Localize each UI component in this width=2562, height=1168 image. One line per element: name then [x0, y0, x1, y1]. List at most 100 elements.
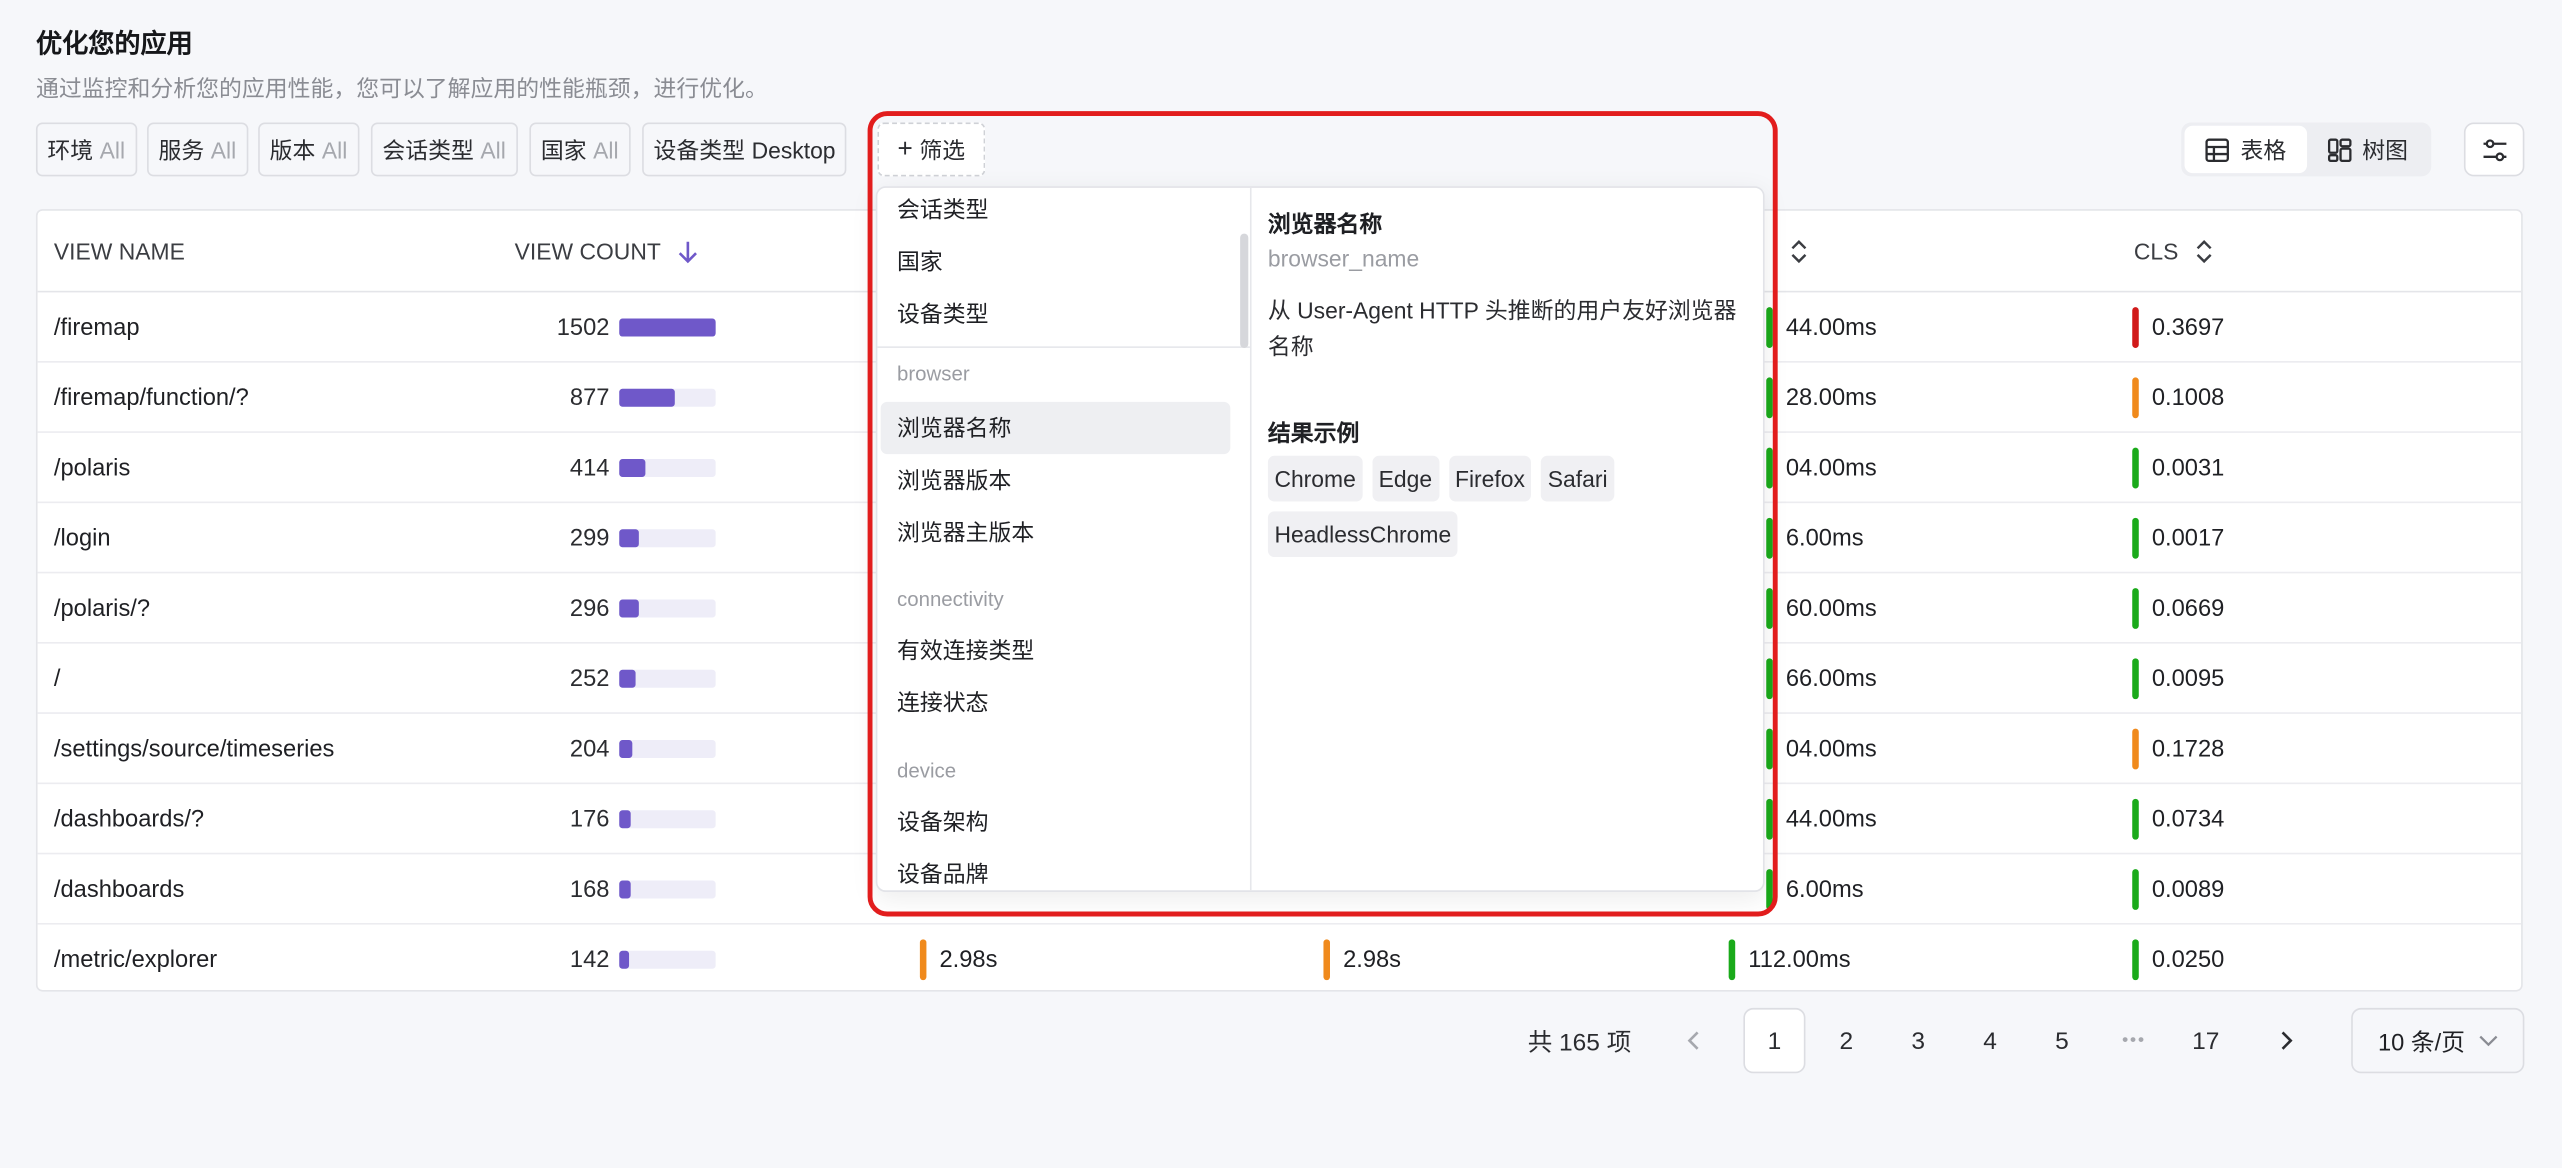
cls-cell: 0.0250: [2132, 925, 2225, 990]
cls-value: 0.0250: [2151, 946, 2225, 973]
status-indicator: [1766, 307, 1773, 348]
cls-value: 0.0734: [2151, 806, 2225, 833]
status-indicator: [2132, 798, 2139, 840]
page-button[interactable]: 3: [1887, 1008, 1949, 1073]
timing-value: 6.00ms: [1785, 525, 1864, 552]
view-name-cell[interactable]: /: [54, 644, 61, 714]
next-page-button[interactable]: [2255, 1008, 2317, 1073]
field-option-selected[interactable]: 浏览器名称: [880, 401, 1231, 455]
filter-value: All: [480, 136, 506, 163]
status-indicator: [2132, 447, 2139, 489]
view-name-cell[interactable]: /polaris: [54, 433, 130, 503]
add-filter-button[interactable]: + 筛选: [877, 122, 986, 177]
detail-title: 浏览器名称: [1267, 210, 1383, 237]
cls-value: 0.0031: [2151, 454, 2225, 482]
status-indicator: [2132, 307, 2139, 348]
field-list[interactable]: 会话类型 国家 设备类型 browser 浏览器名称 浏览器版本 浏览器主版本 …: [877, 187, 1252, 891]
detail-key: browser_name: [1267, 245, 1420, 272]
filter-key: 国家: [540, 136, 587, 163]
filter-value: All: [321, 136, 348, 163]
status-indicator: [2132, 658, 2139, 700]
view-count-bar-fill: [619, 880, 631, 899]
view-count-bar: [619, 388, 716, 407]
view-table-button[interactable]: 表格: [2184, 125, 2307, 174]
column-header-view-name[interactable]: VIEW NAME: [54, 211, 185, 293]
column-header-view-count[interactable]: VIEW COUNT: [515, 211, 700, 293]
view-name-cell[interactable]: /login: [54, 503, 111, 573]
page-button[interactable]: 1: [1743, 1007, 1806, 1074]
filter-value: All: [99, 136, 126, 163]
field-option[interactable]: 浏览器版本: [881, 454, 1231, 506]
pagination: 共 165 项 1 2 3 4 5 ••• 17: [0, 1007, 2562, 1074]
view-name-cell[interactable]: /firemap/function/?: [54, 363, 249, 433]
view-toggle: 表格 树图: [2181, 122, 2432, 177]
cls-cell: 0.0031: [2132, 433, 2224, 503]
timing-value: 66.00ms: [1785, 665, 1877, 692]
view-count-cell: 414: [569, 454, 610, 482]
filter-key: 设备类型: [653, 136, 746, 163]
status-indicator: [1766, 798, 1773, 840]
cls-cell: 0.0017: [2132, 503, 2224, 573]
view-count-bar: [619, 459, 716, 478]
settings-button[interactable]: [2463, 122, 2525, 177]
view-count-cell: 299: [569, 525, 610, 552]
view-count-bar-fill: [619, 388, 676, 407]
view-count-cell: 204: [569, 735, 610, 763]
field-option[interactable]: 国家: [881, 235, 1231, 287]
status-indicator: [2132, 939, 2139, 981]
view-count-cell: 252: [569, 665, 610, 692]
status-indicator: [2132, 517, 2139, 559]
view-tree-button[interactable]: 树图: [2306, 126, 2428, 173]
metric-cell: 2.98s: [1323, 925, 1401, 990]
filter-chip-session-type[interactable]: 会话类型 All: [370, 122, 518, 177]
view-name-cell[interactable]: /firemap: [54, 292, 140, 362]
page-button[interactable]: 17: [2175, 1008, 2237, 1073]
field-option[interactable]: 设备类型: [881, 288, 1231, 340]
scrollbar-thumb[interactable]: [1240, 233, 1249, 348]
cls-cell: 0.0734: [2132, 784, 2224, 854]
example-tag: Chrome: [1267, 455, 1363, 502]
view-name-cell[interactable]: /dashboards/?: [54, 784, 204, 854]
filter-value: All: [593, 136, 619, 163]
view-count-bar: [619, 318, 716, 337]
column-label: VIEW COUNT: [514, 238, 661, 265]
filter-chip-service[interactable]: 服务 All: [147, 122, 248, 177]
timing-cell: 60.00ms: [1766, 573, 1877, 643]
field-option[interactable]: 设备架构: [881, 796, 1231, 848]
filter-chip-device-type[interactable]: 设备类型 Desktop: [642, 122, 847, 177]
view-name-cell[interactable]: /polaris/?: [54, 573, 150, 643]
filter-value: Desktop: [751, 136, 836, 163]
example-tag: HeadlessChrome: [1267, 511, 1458, 558]
view-name-cell[interactable]: /metric/explorer: [54, 925, 217, 990]
page-size-select[interactable]: 10 条/页: [2351, 1007, 2525, 1074]
timing-value: 112.00ms: [1748, 946, 1851, 973]
status-indicator: [1728, 939, 1736, 981]
cls-cell: 0.0669: [2132, 573, 2224, 643]
field-option[interactable]: 浏览器主版本: [881, 506, 1231, 558]
column-header-cls[interactable]: CLS: [2134, 211, 2214, 293]
table-row[interactable]: /metric/explorer 142 2.98s 2.98s 112.00ms 0.0…: [38, 925, 2522, 990]
view-count-bar-fill: [619, 459, 646, 478]
prev-page-button[interactable]: [1663, 1008, 1725, 1073]
field-option[interactable]: 有效连接类型: [881, 624, 1231, 676]
field-option[interactable]: 会话类型: [881, 188, 1231, 235]
view-count-bar-fill: [619, 318, 716, 337]
filter-key: 版本: [269, 136, 316, 163]
filter-chip-env[interactable]: 环境 All: [35, 122, 137, 177]
page-button[interactable]: 5: [2031, 1008, 2093, 1073]
page-ellipsis[interactable]: •••: [2103, 1008, 2165, 1073]
cls-value: 0.0669: [2151, 595, 2225, 622]
timing-value: 60.00ms: [1785, 595, 1877, 622]
chevron-left-icon: [1687, 1031, 1699, 1050]
view-name-cell[interactable]: /settings/source/timeseries: [54, 714, 334, 784]
filter-chip-version[interactable]: 版本 All: [258, 122, 359, 177]
filter-chip-country[interactable]: 国家 All: [529, 122, 630, 177]
column-header-hidden-metric[interactable]: [1789, 211, 1809, 293]
timing-cell: 28.00ms: [1766, 363, 1877, 433]
page-button[interactable]: 4: [1959, 1008, 2021, 1073]
view-count-bar: [619, 810, 716, 829]
view-name-cell[interactable]: /dashboards: [54, 854, 184, 924]
field-option[interactable]: 设备品牌: [881, 848, 1231, 890]
field-option[interactable]: 连接状态: [881, 676, 1231, 728]
page-button[interactable]: 2: [1815, 1008, 1877, 1073]
